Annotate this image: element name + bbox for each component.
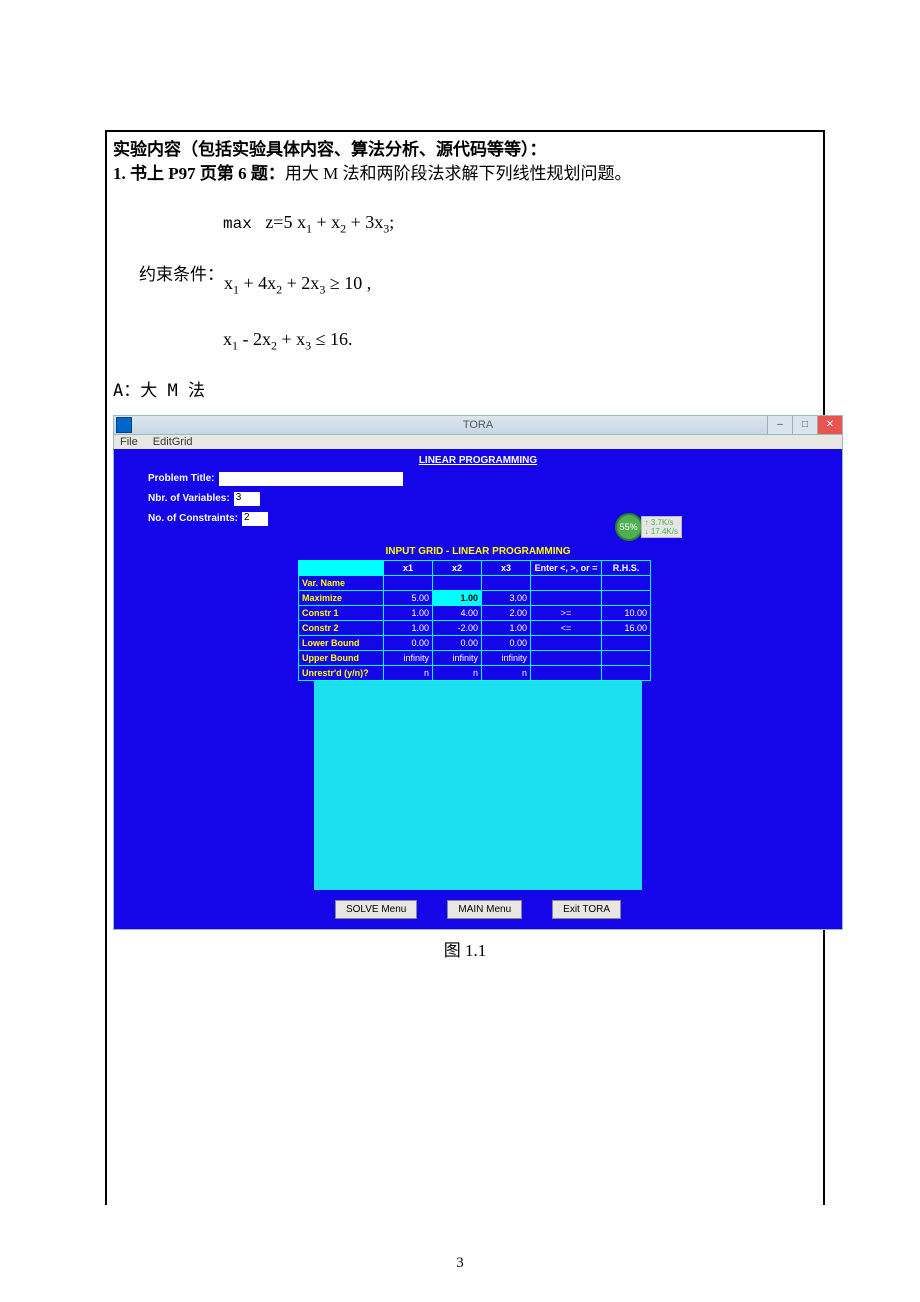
grid-title: INPUT GRID - LINEAR PROGRAMMING [298, 546, 658, 557]
table-row: Constr 21.00-2.001.00<=16.00 [299, 620, 651, 635]
page-number: 3 [0, 1255, 920, 1272]
menu-editgrid[interactable]: EditGrid [153, 436, 193, 448]
titlebar: TORA – □ ✕ [113, 415, 843, 435]
constraint-1: x1 + 4x2 + 2x3 ≥ 10 , [224, 263, 371, 310]
network-circle-icon: 55% [615, 513, 643, 541]
table-row: Unrestr'd (y/n)?nnn [299, 665, 651, 680]
input-nbr-vars[interactable]: 3 [234, 492, 260, 506]
table-row: Var. Name [299, 575, 651, 590]
objective-eq: max z=5 x1 + x2 + 3x3; [223, 202, 817, 249]
constraint-2: x1 - 2x2 + x3 ≤ 16. [223, 319, 817, 366]
constraint-label: 约束条件： [139, 263, 224, 310]
exit-tora-button[interactable]: Exit TORA [552, 900, 621, 919]
doc-heading: 实验内容（包括实验具体内容、算法分析、源代码等等）： [113, 138, 817, 162]
maximize-button[interactable]: □ [792, 416, 817, 434]
table-row: Upper Boundinfinityinfinityinfinity [299, 650, 651, 665]
window-title: TORA [463, 419, 493, 431]
input-problem-title[interactable] [219, 472, 403, 486]
app-icon [116, 417, 132, 433]
label-problem-title: Problem Title: [148, 473, 215, 484]
label-nbr-cons: No. of Constraints: [148, 513, 238, 524]
input-grid[interactable]: x1 x2 x3 Enter <, >, or = R.H.S. Var. Na… [298, 560, 651, 681]
table-row: Constr 11.004.002.00>=10.00 [299, 605, 651, 620]
input-nbr-cons[interactable]: 2 [242, 512, 268, 526]
minimize-button[interactable]: – [767, 416, 792, 434]
tora-screenshot: TORA – □ ✕ File EditGrid LINEAR PROGRAMM… [113, 415, 843, 930]
figure-caption: 图 1.1 [113, 936, 817, 961]
close-button[interactable]: ✕ [817, 416, 842, 434]
method-a-heading: A：大 M 法 [113, 376, 817, 401]
network-badge: 55% ↑ 3.7K/s↓ 17.4K/s [615, 513, 682, 541]
lp-heading: LINEAR PROGRAMMING [114, 449, 842, 468]
menu-file[interactable]: File [120, 436, 138, 448]
main-menu-button[interactable]: MAIN Menu [447, 900, 522, 919]
table-row: Lower Bound0.000.000.00 [299, 635, 651, 650]
label-nbr-vars: Nbr. of Variables: [148, 493, 230, 504]
menubar: File EditGrid [113, 435, 843, 449]
solve-menu-button[interactable]: SOLVE Menu [335, 900, 417, 919]
table-row: Maximize5.001.003.00 [299, 590, 651, 605]
grid-empty-area [314, 681, 642, 890]
problem-intro: 1. 书上 P97 页第 6 题：用大 M 法和两阶段法求解下列线性规划问题。 [113, 162, 817, 186]
